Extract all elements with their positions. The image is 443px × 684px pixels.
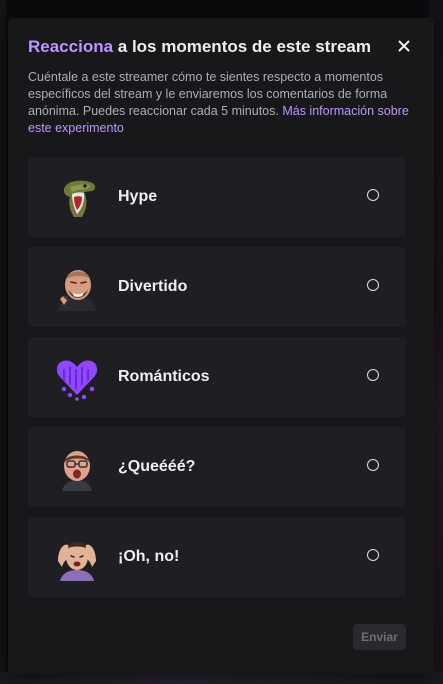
reaction-label-divertido: Divertido (118, 278, 188, 295)
romantic-emote-icon (56, 360, 98, 401)
reaction-label-oh-no: ¡Oh, no! (118, 548, 180, 565)
radio-divertido[interactable] (367, 279, 379, 291)
reaction-option-oh-no[interactable]: ¡Oh, no! (28, 517, 406, 597)
reaction-label-hype: Hype (118, 188, 158, 205)
close-icon (398, 40, 410, 52)
reaction-option-romanticos[interactable]: Románticos (28, 337, 406, 417)
modal-description: Cuéntale a este streamer cómo te sientes… (28, 69, 414, 137)
reaction-option-queee[interactable]: ¿Queééé? (28, 427, 406, 507)
reaction-option-hype[interactable]: Hype (28, 157, 406, 237)
submit-button[interactable]: Enviar (353, 624, 406, 650)
oh-no-emote-icon (58, 542, 96, 581)
funny-emote-icon (58, 270, 96, 311)
modal-title: Reacciona a los momentos de este stream (28, 37, 371, 57)
modal-title-accent: Reacciona (28, 37, 114, 56)
reaction-label-queee: ¿Queééé? (118, 458, 196, 475)
reaction-label-romanticos: Románticos (118, 368, 210, 385)
modal-title-rest: a los momentos de este stream (113, 37, 371, 56)
close-button[interactable] (392, 34, 416, 58)
backdrop-bottom-edge (0, 672, 443, 684)
reaction-options: Hype Divertido Románticos ¿Queééé? ¡Oh, … (28, 157, 406, 607)
radio-hype[interactable] (367, 189, 379, 201)
surprised-emote-icon (62, 451, 92, 491)
radio-oh-no[interactable] (367, 549, 379, 561)
radio-romanticos[interactable] (367, 369, 379, 381)
radio-queee[interactable] (367, 459, 379, 471)
backdrop-left-edge (0, 0, 6, 684)
hype-emote-icon (63, 180, 96, 217)
reaction-option-divertido[interactable]: Divertido (28, 247, 406, 327)
reaction-modal: Reacciona a los momentos de este stream … (8, 18, 434, 673)
